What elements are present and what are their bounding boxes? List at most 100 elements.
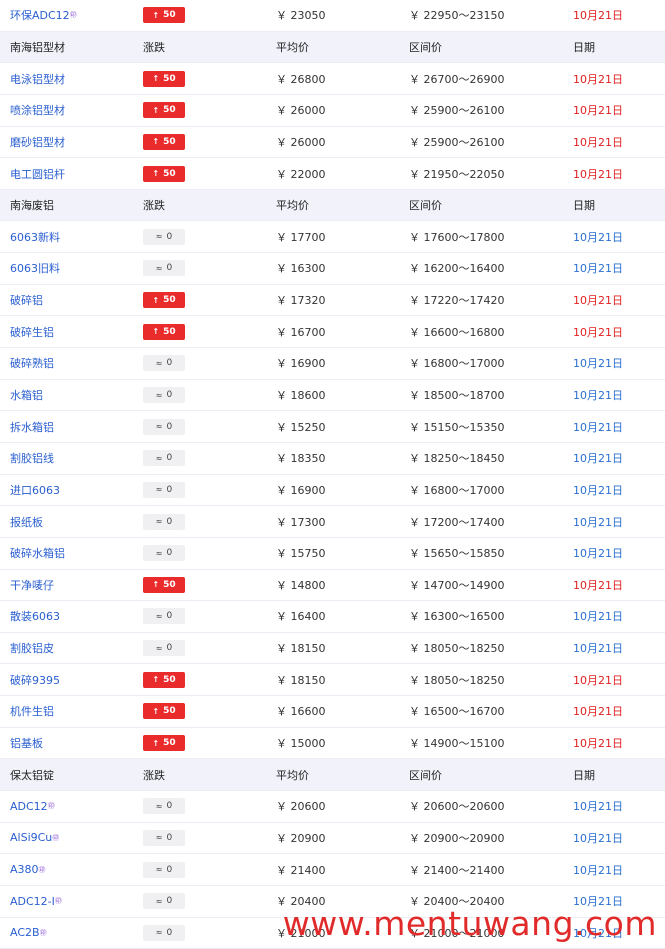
change-badge-up: ↑ 50 bbox=[143, 292, 185, 309]
change-cell: ≈0 bbox=[143, 601, 185, 632]
change-badge-flat: ≈0 bbox=[143, 893, 185, 910]
flat-icon: ≈ bbox=[155, 643, 163, 653]
table-row: 割胶铝皮 ≈0 ￥ 18150 ￥ 18050～18250 10月21日 bbox=[0, 633, 665, 665]
table-row: 进口6063 ≈0 ￥ 16900 ￥ 16800～17000 10月21日 bbox=[0, 475, 665, 507]
metal-name-link[interactable]: 报纸板 bbox=[10, 506, 43, 537]
arrow-up-icon: ↑ bbox=[152, 580, 160, 590]
price-date: 10月21日 bbox=[573, 737, 623, 751]
price-range: ￥ 14900～15100 bbox=[409, 737, 505, 751]
change-cell: ↑ 50 bbox=[143, 63, 185, 94]
metal-name-link[interactable]: AC2B ㊞ bbox=[10, 918, 47, 949]
change-value: 0 bbox=[166, 801, 173, 812]
change-value: 0 bbox=[166, 643, 173, 654]
change-value: 0 bbox=[166, 896, 173, 907]
section-title: 保太铝锭 bbox=[10, 759, 54, 790]
table-row: 报纸板 ≈0 ￥ 17300 ￥ 17200～17400 10月21日 bbox=[0, 506, 665, 538]
change-cell: ↑ 50 bbox=[143, 127, 185, 158]
name-text: 进口6063 bbox=[10, 483, 60, 497]
change-value: 0 bbox=[166, 390, 173, 400]
metal-name-link[interactable]: AlSi9Cu ㊞ bbox=[10, 823, 59, 854]
flat-icon: ≈ bbox=[155, 390, 163, 400]
change-value: 50 bbox=[163, 738, 176, 749]
metal-name-link[interactable]: 机件生铝 bbox=[10, 696, 54, 727]
change-value: 0 bbox=[166, 927, 173, 938]
name-text: 喷涂铝型材 bbox=[10, 104, 65, 118]
price-range: ￥ 21400～21400 bbox=[409, 863, 505, 877]
change-badge-flat: ≈0 bbox=[143, 418, 185, 435]
metal-name-link[interactable]: 拆水箱铝 bbox=[10, 411, 54, 442]
table-row: 破碎9395 ↑ 50 ￥ 18150 ￥ 18050～18250 10月21日 bbox=[0, 664, 665, 697]
name-text: 破碎水箱铝 bbox=[10, 547, 65, 561]
change-cell: ≈0 bbox=[143, 253, 185, 284]
metal-name-link[interactable]: 喷涂铝型材 bbox=[10, 95, 65, 126]
change-value: 0 bbox=[166, 421, 173, 432]
arrow-up-icon: ↑ bbox=[152, 706, 160, 716]
metal-name-link[interactable]: 磨砂铝型材 bbox=[10, 127, 65, 158]
metal-name-link[interactable]: 破碎水箱铝 bbox=[10, 538, 65, 569]
name-text: 水箱铝 bbox=[10, 389, 43, 402]
flat-icon: ≈ bbox=[155, 548, 163, 558]
arrow-up-icon: ↑ bbox=[152, 10, 160, 20]
metal-name-link[interactable]: 割胶铝皮 bbox=[10, 633, 54, 664]
metal-name-link[interactable]: 水箱铝 bbox=[10, 380, 43, 411]
metal-name-link[interactable]: 破碎生铝 bbox=[10, 316, 54, 347]
table-row: 破碎生铝 ↑ 50 ￥ 16700 ￥ 16600～16800 10月21日 bbox=[0, 316, 665, 349]
metal-name-link[interactable]: 6063新料 bbox=[10, 221, 60, 252]
change-value: 50 bbox=[163, 326, 176, 337]
metal-name-link[interactable]: A380 ㊞ bbox=[10, 854, 46, 885]
metal-name-link[interactable]: 破碎熟铝 bbox=[10, 348, 54, 379]
vip-icon: ㊞ bbox=[47, 802, 55, 811]
average-price: ￥ 15250 bbox=[276, 420, 326, 434]
change-badge-up: ↑ 50 bbox=[143, 735, 185, 752]
price-range: ￥ 18050～18250 bbox=[409, 642, 505, 656]
average-price: ￥ 21400 bbox=[276, 863, 326, 877]
flat-icon: ≈ bbox=[155, 928, 163, 938]
average-price: ￥ 17300 bbox=[276, 515, 326, 529]
table-row: 破碎熟铝 ≈0 ￥ 16900 ￥ 16800～17000 10月21日 bbox=[0, 348, 665, 380]
table-row: 散装6063 ≈0 ￥ 16400 ￥ 16300～16500 10月21日 bbox=[0, 601, 665, 633]
metal-name-link[interactable]: 破碎铝 bbox=[10, 285, 43, 316]
arrow-up-icon: ↑ bbox=[152, 74, 160, 84]
metal-name-link[interactable]: 干净唛仔 bbox=[10, 570, 54, 601]
price-date: 10月21日 bbox=[573, 135, 623, 149]
change-value: 50 bbox=[163, 136, 176, 147]
price-date: 10月21日 bbox=[573, 9, 623, 23]
flat-icon: ≈ bbox=[155, 611, 163, 621]
name-text: 电工圆铝杆 bbox=[10, 167, 65, 181]
price-range: ￥ 16300～16500 bbox=[409, 610, 505, 624]
column-header-date: 日期 bbox=[573, 40, 595, 54]
arrow-up-icon: ↑ bbox=[152, 105, 160, 115]
price-table: 环保ADC12 ㊞ ↑ 50 ￥ 23050 ￥ 22950～23150 10月21日 南海铝… bbox=[0, 0, 665, 949]
average-price: ￥ 20900 bbox=[276, 831, 326, 845]
metal-name-link[interactable]: 进口6063 bbox=[10, 475, 60, 506]
average-price: ￥ 23050 bbox=[276, 9, 326, 23]
flat-icon: ≈ bbox=[155, 485, 163, 495]
average-price: ￥ 26800 bbox=[276, 72, 326, 86]
metal-name-link[interactable]: 6063旧料 bbox=[10, 253, 60, 284]
table-row: 破碎铝 ↑ 50 ￥ 17320 ￥ 17220～17420 10月21日 bbox=[0, 285, 665, 317]
change-cell: ≈0 bbox=[143, 443, 185, 474]
change-cell: ↑ 50 bbox=[143, 570, 185, 601]
vip-icon: ㊞ bbox=[38, 865, 46, 874]
metal-name-link[interactable]: 散装6063 bbox=[10, 601, 60, 632]
metal-name-link[interactable]: 环保ADC12 ㊞ bbox=[10, 0, 77, 31]
change-value: 0 bbox=[166, 548, 173, 559]
change-badge-flat: ≈0 bbox=[143, 924, 185, 941]
price-date: 10月21日 bbox=[573, 642, 623, 656]
average-price: ￥ 26000 bbox=[276, 135, 326, 149]
metal-name-link[interactable]: 破碎9395 bbox=[10, 664, 60, 695]
price-range: ￥ 14700～14900 bbox=[409, 578, 505, 592]
change-badge-up: ↑ 50 bbox=[143, 671, 185, 688]
metal-name-link[interactable]: 铝基板 bbox=[10, 728, 43, 759]
metal-name-link[interactable]: ADC12 ㊞ bbox=[10, 791, 55, 822]
metal-name-link[interactable]: ADC12-I ㊞ bbox=[10, 886, 62, 917]
metal-name-link[interactable]: 电泳铝型材 bbox=[10, 63, 65, 94]
name-text: ADC12 bbox=[10, 799, 48, 813]
change-badge-up: ↑ 50 bbox=[143, 70, 185, 87]
change-badge-flat: ≈0 bbox=[143, 387, 185, 403]
price-date: 10月21日 bbox=[573, 420, 623, 434]
name-text: A380 bbox=[10, 863, 39, 877]
metal-name-link[interactable]: 割胶铝线 bbox=[10, 443, 54, 474]
change-cell: ≈0 bbox=[143, 380, 185, 411]
metal-name-link[interactable]: 电工圆铝杆 bbox=[10, 158, 65, 189]
